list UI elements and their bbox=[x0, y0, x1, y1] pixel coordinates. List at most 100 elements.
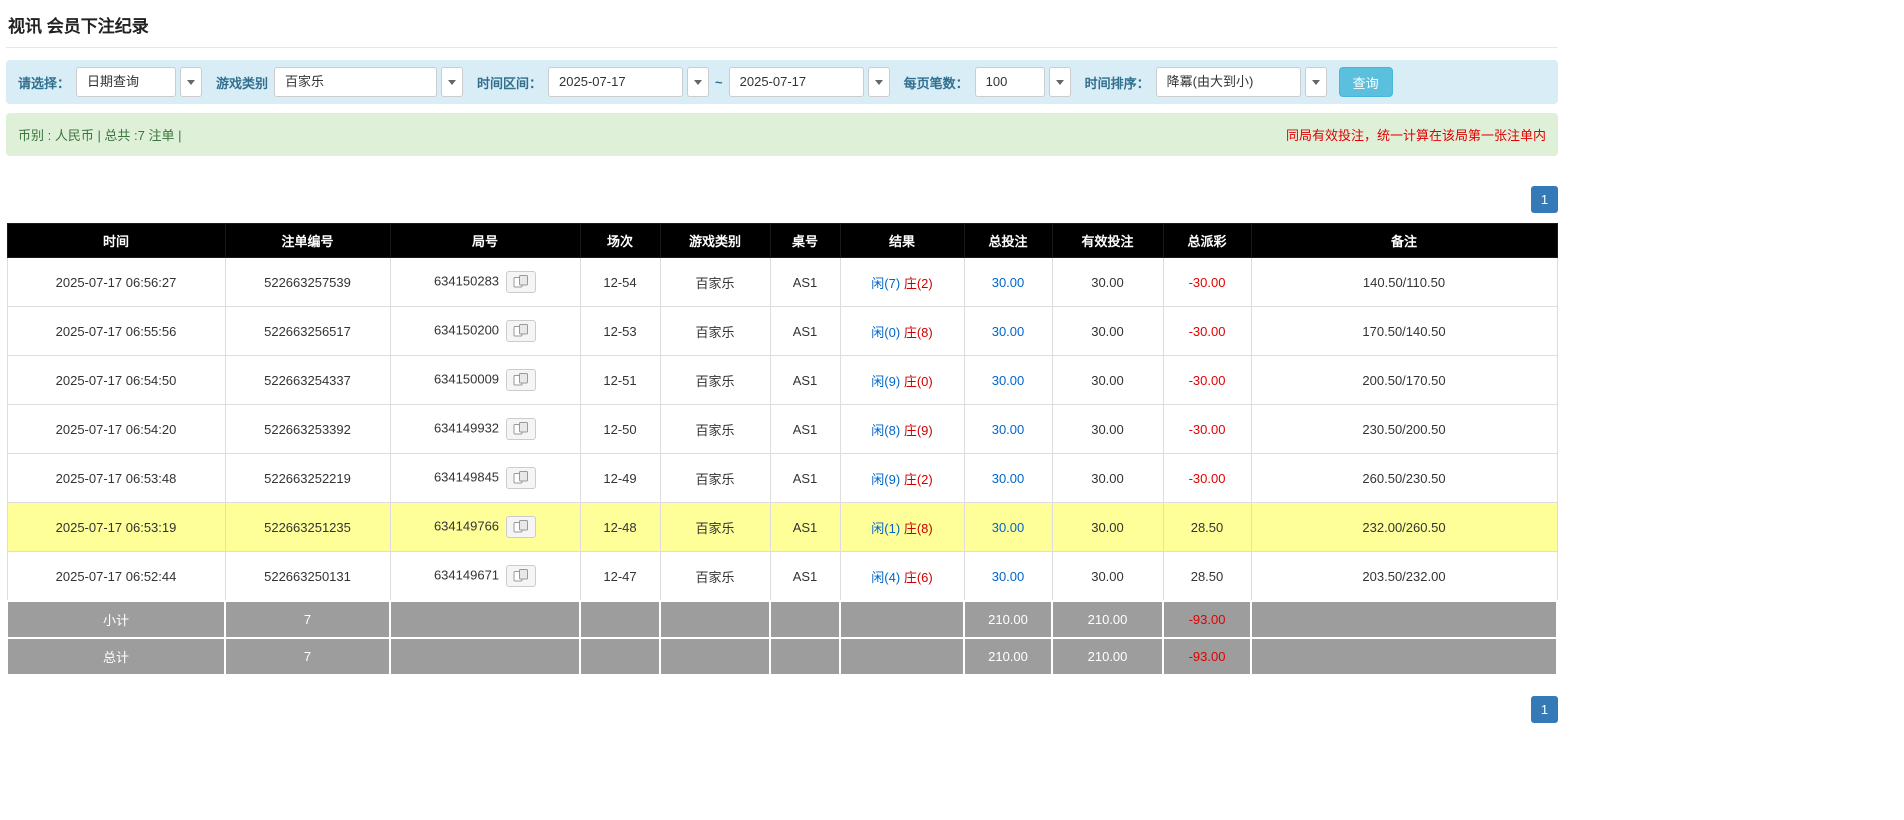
result-player: 闲(9) bbox=[871, 472, 900, 487]
view-cards-button[interactable] bbox=[506, 516, 536, 538]
table-row: 2025-07-17 06:55:56 522663256517 6341502… bbox=[7, 307, 1557, 356]
col-header-total-bet: 总投注 bbox=[964, 224, 1052, 258]
view-cards-button[interactable] bbox=[506, 418, 536, 440]
search-button[interactable]: 查询 bbox=[1339, 67, 1393, 97]
chevron-down-icon[interactable] bbox=[441, 67, 463, 97]
total-bet-link[interactable]: 30.00 bbox=[992, 373, 1025, 388]
cell-round-id: 634150283 bbox=[390, 258, 580, 307]
result-player: 闲(0) bbox=[871, 325, 900, 340]
table-row: 2025-07-17 06:53:19 522663251235 6341497… bbox=[7, 503, 1557, 552]
info-bar: 币别 : 人民币 | 总共 :7 注单 | 同局有效投注，统一计算在该局第一张注… bbox=[6, 113, 1558, 156]
date-to-value[interactable]: 2025-07-17 bbox=[729, 67, 864, 97]
view-cards-button[interactable] bbox=[506, 271, 536, 293]
cell-payout: -30.00 bbox=[1163, 454, 1251, 503]
chevron-down-icon[interactable] bbox=[180, 67, 202, 97]
cell-time: 2025-07-17 06:55:56 bbox=[7, 307, 225, 356]
subtotal-row: 小计 7 210.00 210.00 -93.00 bbox=[7, 601, 1557, 638]
view-cards-button[interactable] bbox=[506, 565, 536, 587]
result-banker: 庄(0) bbox=[904, 374, 933, 389]
date-from-select[interactable]: 2025-07-17 bbox=[548, 67, 709, 97]
date-to-select[interactable]: 2025-07-17 bbox=[729, 67, 890, 97]
page-size-value[interactable]: 100 bbox=[975, 67, 1045, 97]
page-title: 视讯 会员下注纪录 bbox=[6, 8, 1558, 48]
query-type-value[interactable]: 日期查询 bbox=[76, 67, 176, 97]
view-cards-button[interactable] bbox=[506, 467, 536, 489]
cell-total-bet: 30.00 bbox=[964, 552, 1052, 602]
cell-session: 12-48 bbox=[580, 503, 660, 552]
col-header-result: 结果 bbox=[840, 224, 964, 258]
cell-payout: -30.00 bbox=[1163, 405, 1251, 454]
cell-round-id: 634149766 bbox=[390, 503, 580, 552]
date-range-separator: ~ bbox=[715, 75, 723, 90]
cell-result: 闲(7) 庄(2) bbox=[840, 258, 964, 307]
table-row: 2025-07-17 06:52:44 522663250131 6341496… bbox=[7, 552, 1557, 602]
cell-result: 闲(0) 庄(8) bbox=[840, 307, 964, 356]
cell-game-type: 百家乐 bbox=[660, 258, 770, 307]
table-row: 2025-07-17 06:54:20 522663253392 6341499… bbox=[7, 405, 1557, 454]
total-bet-link[interactable]: 30.00 bbox=[992, 324, 1025, 339]
date-range-label: 时间区间： bbox=[477, 73, 542, 92]
result-banker: 庄(6) bbox=[904, 570, 933, 585]
cell-game-type: 百家乐 bbox=[660, 552, 770, 602]
result-player: 闲(7) bbox=[871, 276, 900, 291]
subtotal-valid-bet: 210.00 bbox=[1052, 601, 1163, 638]
table-row: 2025-07-17 06:54:50 522663254337 6341500… bbox=[7, 356, 1557, 405]
pagination-bottom: 1 bbox=[6, 696, 1558, 743]
page-size-select[interactable]: 100 bbox=[975, 67, 1071, 97]
date-from-value[interactable]: 2025-07-17 bbox=[548, 67, 683, 97]
total-bet-link[interactable]: 30.00 bbox=[992, 275, 1025, 290]
total-valid-bet: 210.00 bbox=[1052, 638, 1163, 675]
cell-total-bet: 30.00 bbox=[964, 405, 1052, 454]
col-header-remark: 备注 bbox=[1251, 224, 1557, 258]
cell-result: 闲(8) 庄(9) bbox=[840, 405, 964, 454]
total-bet-link[interactable]: 30.00 bbox=[992, 471, 1025, 486]
cards-icon bbox=[513, 422, 529, 435]
result-player: 闲(9) bbox=[871, 374, 900, 389]
view-cards-button[interactable] bbox=[506, 369, 536, 391]
time-sort-select[interactable]: 降冪(由大到小) bbox=[1156, 67, 1327, 97]
chevron-down-icon[interactable] bbox=[687, 67, 709, 97]
result-player: 闲(8) bbox=[871, 423, 900, 438]
cell-remark: 203.50/232.00 bbox=[1251, 552, 1557, 602]
cell-bet-id: 522663254337 bbox=[225, 356, 390, 405]
cell-valid-bet: 30.00 bbox=[1052, 307, 1163, 356]
page-1-button[interactable]: 1 bbox=[1531, 696, 1558, 723]
result-banker: 庄(2) bbox=[904, 472, 933, 487]
cell-time: 2025-07-17 06:54:50 bbox=[7, 356, 225, 405]
result-player: 闲(1) bbox=[871, 521, 900, 536]
game-type-value[interactable]: 百家乐 bbox=[274, 67, 437, 97]
cell-game-type: 百家乐 bbox=[660, 307, 770, 356]
cell-result: 闲(9) 庄(0) bbox=[840, 356, 964, 405]
chevron-down-icon[interactable] bbox=[1305, 67, 1327, 97]
pagination-top: 1 bbox=[6, 186, 1558, 213]
query-type-label: 请选择： bbox=[18, 73, 70, 92]
chevron-down-icon[interactable] bbox=[868, 67, 890, 97]
subtotal-payout: -93.00 bbox=[1163, 601, 1251, 638]
game-type-select[interactable]: 百家乐 bbox=[274, 67, 463, 97]
cell-payout: -30.00 bbox=[1163, 356, 1251, 405]
cards-icon bbox=[513, 373, 529, 386]
cell-result: 闲(4) 庄(6) bbox=[840, 552, 964, 602]
cell-session: 12-53 bbox=[580, 307, 660, 356]
cell-round-id: 634150200 bbox=[390, 307, 580, 356]
cell-time: 2025-07-17 06:54:20 bbox=[7, 405, 225, 454]
cell-session: 12-54 bbox=[580, 258, 660, 307]
cell-payout: -30.00 bbox=[1163, 307, 1251, 356]
cell-round-id: 634149845 bbox=[390, 454, 580, 503]
cell-total-bet: 30.00 bbox=[964, 258, 1052, 307]
chevron-down-icon[interactable] bbox=[1049, 67, 1071, 97]
col-header-session: 场次 bbox=[580, 224, 660, 258]
cell-payout: 28.50 bbox=[1163, 552, 1251, 602]
subtotal-label: 小计 bbox=[7, 601, 225, 638]
time-sort-value[interactable]: 降冪(由大到小) bbox=[1156, 67, 1301, 97]
total-bet-link[interactable]: 30.00 bbox=[992, 520, 1025, 535]
total-bet-link[interactable]: 30.00 bbox=[992, 422, 1025, 437]
query-type-select[interactable]: 日期查询 bbox=[76, 67, 202, 97]
cell-remark: 260.50/230.50 bbox=[1251, 454, 1557, 503]
cell-table-no: AS1 bbox=[770, 552, 840, 602]
total-bet-link[interactable]: 30.00 bbox=[992, 569, 1025, 584]
page-1-button[interactable]: 1 bbox=[1531, 186, 1558, 213]
cell-session: 12-50 bbox=[580, 405, 660, 454]
cell-total-bet: 30.00 bbox=[964, 503, 1052, 552]
view-cards-button[interactable] bbox=[506, 320, 536, 342]
